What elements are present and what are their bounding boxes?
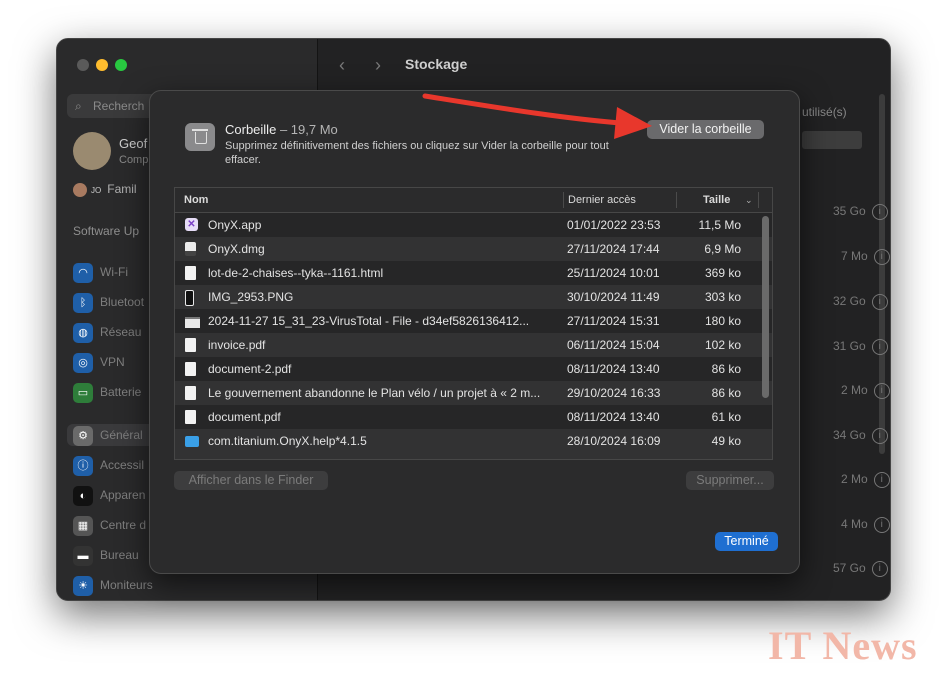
annotation-arrow	[422, 93, 652, 139]
it-news-logo: IT News	[768, 623, 918, 668]
